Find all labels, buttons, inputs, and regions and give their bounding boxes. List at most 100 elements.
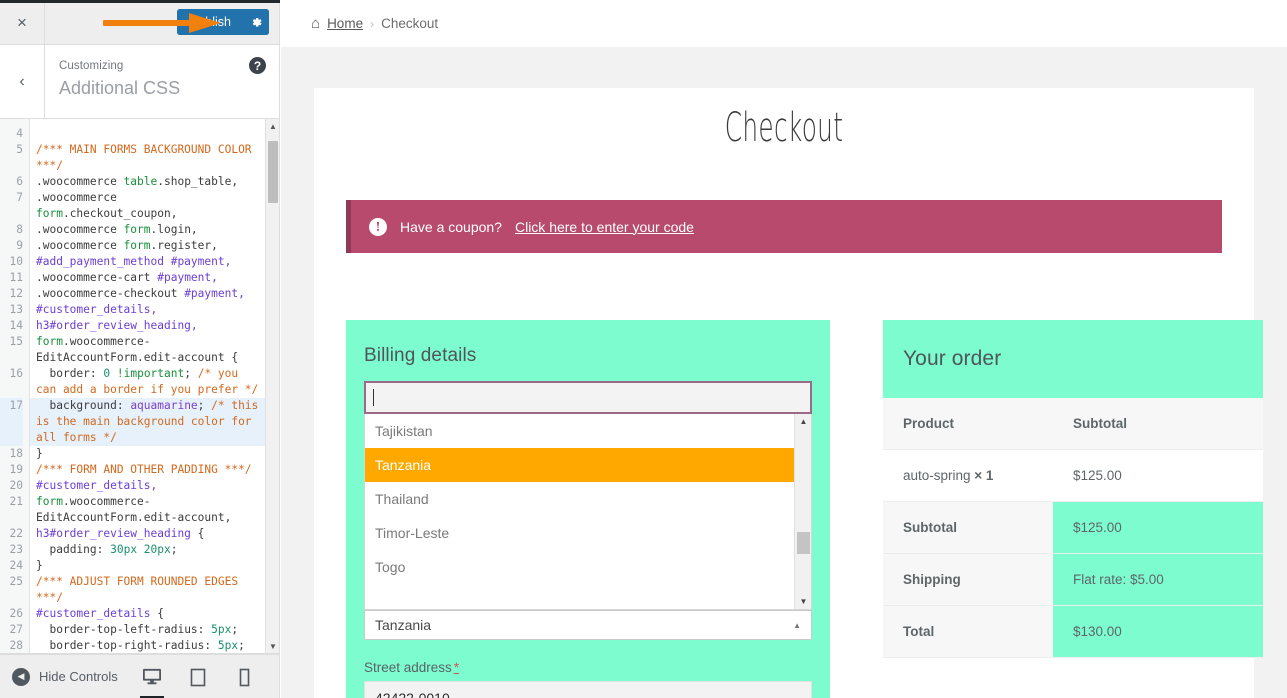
customizer-header: × Publish — [0, 0, 279, 45]
code-line[interactable]: form.woocommerce-EditAccountForm.edit-ac… — [30, 334, 265, 366]
code-line[interactable]: border-top-left-radius: 5px; — [30, 622, 265, 638]
code-line[interactable]: .woocommerce form.checkout_coupon, — [30, 190, 265, 222]
code-token: form — [36, 495, 63, 508]
coupon-toggle-link[interactable]: Click here to enter your code — [515, 219, 694, 235]
code-line[interactable]: /*** ADJUST FORM ROUNDED EDGES ***/ — [30, 574, 265, 606]
device-tablet-button[interactable] — [183, 655, 213, 698]
breadcrumb-home-link[interactable]: Home — [327, 16, 363, 31]
code-token: form — [36, 335, 63, 348]
customizer-footer: ◀ Hide Controls — [0, 654, 279, 698]
country-select[interactable]: Tanzania ▲ — [364, 610, 812, 640]
breadcrumb: ⌂ Home › Checkout — [281, 0, 1287, 47]
line-number: 22 — [9, 527, 23, 540]
tablet-icon — [190, 668, 206, 686]
code-line[interactable]: padding: 30px 20px; — [30, 542, 265, 558]
code-line[interactable]: .woocommerce-cart #payment, — [30, 270, 265, 286]
checkout-content-card: Checkout ! Have a coupon? Click here to … — [314, 88, 1263, 698]
code-line[interactable]: #customer_details { — [30, 606, 265, 622]
country-search-input[interactable] — [364, 381, 812, 414]
code-line[interactable]: /*** MAIN FORMS BACKGROUND COLOR ***/ — [30, 142, 265, 174]
code-token: ; — [231, 623, 239, 636]
country-option[interactable]: Thailand — [365, 482, 811, 516]
editor-scrollbar-thumb[interactable] — [268, 141, 278, 203]
country-option[interactable]: Timor-Leste — [365, 516, 811, 550]
code-line[interactable]: .woocommerce table.shop_table, — [30, 174, 265, 190]
code-line[interactable]: h3#order_review_heading, — [30, 318, 265, 334]
site-preview: ⌂ Home › Checkout Checkout ! Have a coup… — [281, 0, 1287, 698]
country-option-selected[interactable]: Tanzania — [365, 448, 811, 482]
code-line[interactable] — [30, 126, 265, 142]
code-line[interactable]: background: aquamarine; /* this is the m… — [30, 398, 265, 446]
text-cursor-icon — [373, 389, 374, 406]
code-line[interactable]: form.woocommerce-EditAccountForm.edit-ac… — [30, 494, 265, 526]
code-token: .woocommerce-EditAccountForm.edit-accoun… — [36, 335, 239, 364]
device-mobile-button[interactable] — [229, 655, 259, 698]
code-token: .woocommerce-EditAccountForm.edit-accoun… — [36, 495, 232, 524]
code-token: border-top-right-radius: — [36, 639, 218, 652]
code-token: #payment, — [157, 271, 218, 284]
code-line[interactable]: } — [30, 558, 265, 574]
scroll-up-icon[interactable]: ▲ — [266, 119, 279, 133]
back-button[interactable]: ‹ — [0, 45, 45, 118]
dropdown-scroll-down-icon[interactable]: ▼ — [795, 594, 811, 609]
country-option[interactable]: Tajikistan — [365, 414, 811, 448]
code-line[interactable]: #customer_details, — [30, 478, 265, 494]
country-options-list[interactable]: Tajikistan Tanzania Thailand Timor-Leste Tog… — [364, 414, 812, 610]
line-number: 7 — [16, 191, 23, 204]
coupon-notice: ! Have a coupon? Click here to enter you… — [346, 200, 1222, 253]
code-line[interactable]: .woocommerce form.register, — [30, 238, 265, 254]
scroll-down-icon[interactable]: ▼ — [266, 639, 279, 653]
code-line[interactable]: #add_payment_method #payment, — [30, 254, 265, 270]
order-item-name: auto-spring × 1 — [883, 449, 1053, 502]
code-token: aquamarine — [130, 399, 198, 412]
chevron-up-icon: ▲ — [793, 620, 801, 630]
dropdown-scrollbar-thumb[interactable] — [797, 532, 810, 554]
help-icon[interactable]: ? — [249, 57, 266, 74]
desktop-icon — [143, 668, 161, 685]
code-token: { — [190, 527, 205, 540]
close-icon: × — [17, 12, 27, 32]
product-quantity: × 1 — [974, 468, 994, 483]
publish-settings-gear-icon[interactable] — [243, 9, 269, 35]
breadcrumb-separator: › — [370, 16, 375, 31]
code-line[interactable]: border-top-right-radius: 5px; — [30, 638, 265, 653]
close-customizer-button[interactable]: × — [0, 0, 45, 44]
code-token: h3#order_review_heading — [36, 527, 191, 540]
order-total-value: $130.00 — [1053, 605, 1263, 658]
hide-controls-label: Hide Controls — [39, 669, 118, 684]
code-line[interactable]: .woocommerce form.login, — [30, 222, 265, 238]
line-number: 14 — [9, 319, 23, 332]
code-token: /*** ADJUST FORM ROUNDED EDGES ***/ — [36, 575, 245, 604]
hide-controls-button[interactable]: ◀ Hide Controls — [12, 667, 118, 686]
code-token: .shop_table, — [157, 175, 239, 188]
device-desktop-button[interactable] — [137, 655, 167, 698]
code-line[interactable]: } — [30, 446, 265, 462]
line-number: 18 — [9, 447, 23, 460]
code-token: .checkout_coupon, — [62, 207, 178, 220]
country-option[interactable]: Togo — [365, 550, 811, 584]
dropdown-scrollbar[interactable]: ▲ ▼ — [794, 414, 811, 609]
code-token: } — [36, 559, 43, 572]
order-item-subtotal: $125.00 — [1053, 449, 1263, 502]
dropdown-scroll-up-icon[interactable]: ▲ — [795, 414, 811, 429]
css-code-area[interactable]: /*** MAIN FORMS BACKGROUND COLOR ***/ .wo… — [30, 119, 265, 653]
code-line[interactable]: /*** FORM AND OTHER PADDING ***/ — [30, 462, 265, 478]
code-line[interactable]: #customer_details, — [30, 302, 265, 318]
code-token: #customer_details, — [36, 479, 158, 492]
order-total-label: Shipping — [883, 553, 1053, 606]
home-icon: ⌂ — [311, 15, 321, 32]
code-line[interactable]: .woocommerce-checkout #payment, — [30, 286, 265, 302]
code-token: form — [123, 223, 151, 236]
publish-button[interactable]: Publish — [177, 9, 243, 35]
line-number: 6 — [16, 175, 23, 188]
order-table-header-row: Product Subtotal — [883, 398, 1263, 450]
css-editor[interactable]: 4 5 6 7 8 9 10 11 12 13 14 15 16 17 18 19 20 21 22 23 24 25 26… — [0, 119, 279, 654]
code-token: ; — [197, 399, 212, 412]
code-line[interactable]: border: 0 !important; /* you can add a b… — [30, 366, 265, 398]
code-token: border-top-left-radius: — [36, 623, 212, 636]
order-review-heading: Your order — [903, 347, 1002, 370]
street-address-input[interactable]: 42422-0010 — [364, 681, 812, 698]
editor-scrollbar[interactable]: ▲ ▼ — [265, 119, 279, 653]
code-line[interactable]: h3#order_review_heading { — [30, 526, 265, 542]
